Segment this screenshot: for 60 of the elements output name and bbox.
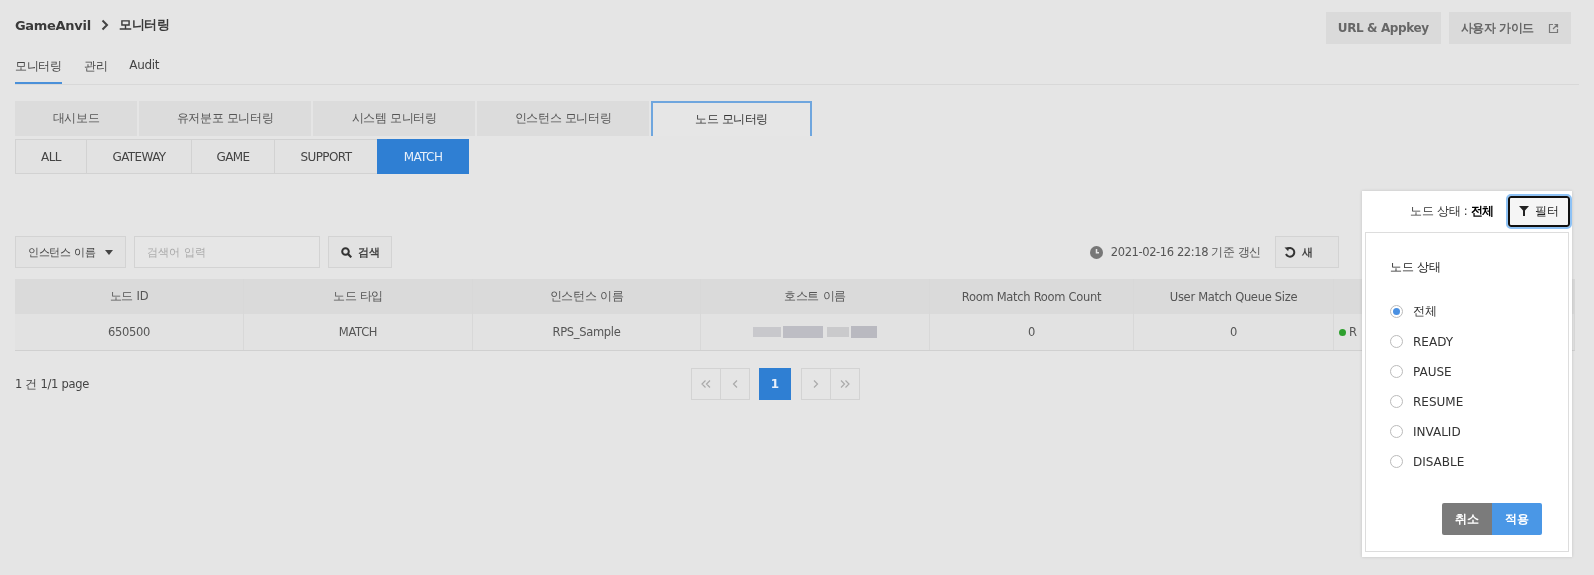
tab[interactable]: 유저분포 모니터링	[139, 101, 311, 136]
last-page-button[interactable]	[830, 368, 860, 400]
option-label: READY	[1413, 334, 1454, 349]
nav-tab[interactable]: 관리	[83, 48, 108, 84]
breadcrumb-item[interactable]: GameAnvil	[15, 17, 91, 33]
radio-button[interactable]	[1390, 365, 1403, 378]
option-label: PAUSE	[1413, 364, 1452, 379]
option-label: INVALID	[1413, 424, 1461, 439]
cancel-button[interactable]: 취소	[1442, 503, 1492, 535]
table-cell: 0	[1134, 314, 1334, 350]
option-label: 전체	[1413, 303, 1437, 320]
first-page-icon	[701, 379, 711, 389]
nav-tab[interactable]: Audit	[129, 48, 160, 84]
tab[interactable]: ALL	[15, 139, 87, 174]
search-icon	[340, 246, 352, 258]
update-time: 2021-02-16 22:18 기준 갱신	[1110, 244, 1261, 260]
filter-status: 노드 상태 : 전체	[1410, 203, 1494, 219]
tab[interactable]: 인스턴스 모니터링	[477, 101, 649, 136]
tab[interactable]: 시스템 모니터링	[313, 101, 475, 136]
table-cell: MATCH	[244, 314, 473, 350]
table-cell: 0	[930, 314, 1134, 350]
panel-title: 노드 상태	[1390, 259, 1442, 276]
previous-page-button[interactable]	[720, 368, 750, 400]
nav-tab[interactable]: 모니터링	[15, 48, 62, 84]
breadcrumb-item: 모니터링	[118, 16, 170, 34]
tab[interactable]: MATCH	[377, 139, 469, 174]
radio-button[interactable]	[1390, 395, 1403, 408]
search-button[interactable]: 검색	[328, 236, 393, 268]
first-page-button[interactable]	[691, 368, 721, 400]
refresh-button[interactable]: 새	[1275, 236, 1339, 268]
header-button[interactable]: URL & Appkey	[1325, 12, 1441, 44]
tab[interactable]: GATEWAY	[86, 139, 192, 174]
clock-icon	[1089, 245, 1103, 259]
next-page-button[interactable]	[801, 368, 831, 400]
table-cell: RPS_Sample	[473, 314, 701, 350]
filter-button[interactable]: 필터	[1508, 195, 1570, 227]
tab[interactable]: 대시보드	[15, 101, 137, 136]
funnel-icon	[1519, 206, 1529, 216]
caret-icon	[105, 249, 114, 255]
chevron-icon	[100, 19, 109, 31]
last-page-icon	[840, 379, 850, 389]
tab[interactable]: SUPPORT	[274, 139, 378, 174]
header-button[interactable]: 사용자 가이드	[1448, 12, 1571, 44]
result-summary: 1 건 1/1 page	[15, 376, 90, 392]
radio-button[interactable]	[1390, 335, 1403, 348]
next-page-icon	[811, 379, 821, 389]
tab[interactable]: 노드 모니터링	[651, 101, 812, 136]
page-button[interactable]: 1	[759, 368, 791, 400]
dropdown[interactable]: 인스턴스 이름	[15, 236, 127, 268]
refresh-icon	[1284, 246, 1296, 258]
external-link-icon	[1548, 22, 1559, 34]
status-text: R	[1349, 325, 1357, 339]
radio-button[interactable]	[1390, 305, 1403, 318]
radio-button[interactable]	[1390, 455, 1403, 468]
option-label: DISABLE	[1413, 454, 1465, 469]
tab[interactable]: GAME	[191, 139, 275, 174]
radio-button[interactable]	[1390, 425, 1403, 438]
option-label: RESUME	[1413, 394, 1464, 409]
table-cell: 650500	[15, 314, 244, 350]
previous-page-icon	[730, 379, 740, 389]
